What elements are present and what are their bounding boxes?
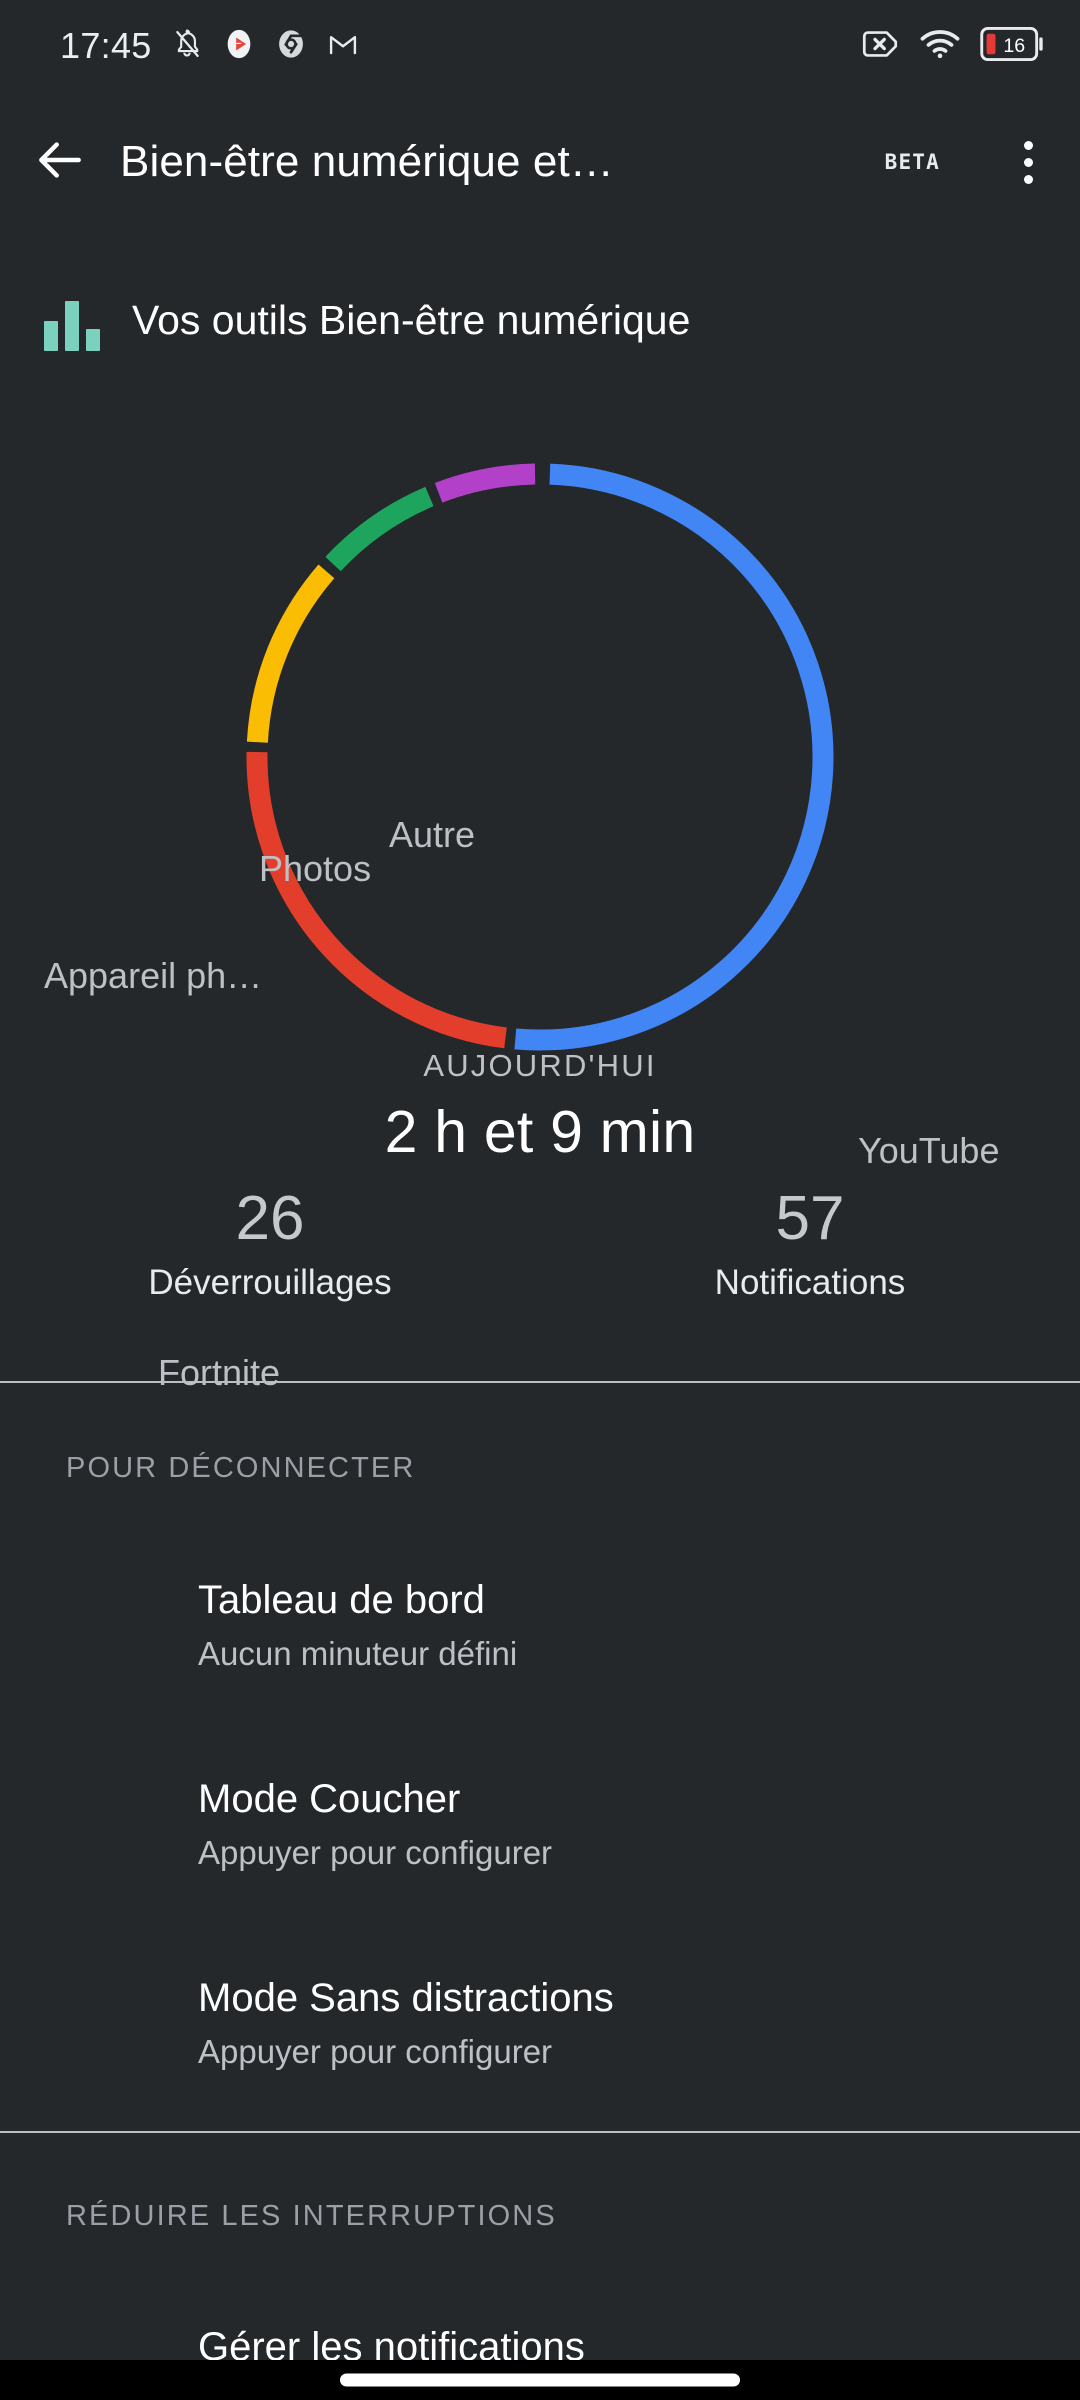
donut-segment-youtube[interactable] [514, 463, 834, 1051]
stat-unlocks[interactable]: 26 Déverrouillages [0, 1184, 540, 1345]
stat-notifications-value: 57 [775, 1184, 845, 1253]
donut-segments [246, 463, 834, 1051]
list-item-bedtime-mode-subtitle: Appuyer pour configurer [198, 1834, 553, 1871]
list-item-focus-mode-subtitle: Appuyer pour configurer [198, 2033, 553, 2070]
status-bar: 17:45 16 [0, 0, 1080, 92]
list-item-dashboard-subtitle: Aucun minuteur défini [198, 1635, 518, 1672]
youtube-music-icon [222, 27, 256, 66]
stat-unlocks-label: Déverrouillages [148, 1263, 392, 1303]
wifi-icon [920, 27, 960, 66]
phone-screen: 17:45 16 Bien-être numérique et… BETA Vo… [0, 0, 1080, 2400]
list-item-dashboard[interactable]: Tableau de bord Aucun minuteur défini [198, 1578, 1028, 1673]
list-item-focus-mode[interactable]: Mode Sans distractions Appuyer pour conf… [198, 1976, 1028, 2071]
screen-time-donut-chart[interactable]: Autre Photos Appareil ph… YouTube Fortni… [0, 400, 1080, 1393]
donut-segment-autre[interactable] [434, 463, 536, 503]
app-bar: Bien-être numérique et… BETA [0, 92, 1080, 232]
status-bar-clock: 17:45 [60, 25, 152, 66]
donut-label-photos: Photos [259, 848, 372, 889]
sim-card-off-icon [860, 27, 900, 66]
section-header-disconnect: POUR DÉCONNECTER [66, 1452, 416, 1484]
gmail-icon [326, 27, 360, 66]
notifications-off-icon [170, 27, 204, 66]
battery-icon: 16 [980, 26, 1046, 66]
beta-badge: BETA [884, 150, 940, 174]
your-digital-wellbeing-tools-row: Vos outils Bien-être numérique [0, 265, 1080, 375]
status-bar-left: 17:45 [60, 25, 360, 67]
donut-segment-fortnite[interactable] [246, 751, 507, 1049]
list-item-bedtime-mode[interactable]: Mode Coucher Appuyer pour configurer [198, 1777, 1028, 1872]
system-navigation-bar [0, 2360, 1080, 2400]
donut-center-subtitle: AUJOURD'HUI [423, 1048, 657, 1083]
list-item-focus-mode-title: Mode Sans distractions [198, 1976, 614, 2020]
list-item-bedtime-mode-title: Mode Coucher [198, 1777, 461, 1821]
donut-center-value: 2 h et 9 min [384, 1099, 696, 1165]
overflow-menu-button[interactable] [986, 92, 1070, 232]
back-arrow-icon [32, 132, 88, 193]
bar-chart-icon [0, 289, 132, 351]
section-divider-1 [0, 1381, 1080, 1383]
battery-percent-text: 16 [1003, 34, 1025, 56]
section-divider-2 [0, 2131, 1080, 2133]
back-button[interactable] [0, 92, 120, 232]
page-title: Bien-être numérique et… [120, 137, 614, 186]
donut-label-camera: Appareil ph… [44, 955, 263, 996]
donut-label-autre: Autre [389, 814, 476, 855]
stat-notifications[interactable]: 57 Notifications [540, 1184, 1080, 1345]
more-vert-icon [1023, 140, 1033, 184]
donut-label-fortnite: Fortnite [158, 1352, 281, 1393]
home-indicator[interactable] [340, 2373, 740, 2387]
list-item-dashboard-title: Tableau de bord [198, 1578, 485, 1622]
donut-segment-appareil-photo[interactable] [246, 564, 335, 743]
section-header-interruptions: RÉDUIRE LES INTERRUPTIONS [66, 2200, 557, 2232]
status-bar-right: 16 [860, 26, 1046, 66]
chrome-icon [274, 27, 308, 66]
donut-center-text: AUJOURD'HUI 2 h et 9 min [0, 1048, 1080, 1166]
daily-stats-row: 26 Déverrouillages 57 Notifications [0, 1184, 1080, 1345]
stat-notifications-label: Notifications [714, 1263, 906, 1303]
stat-unlocks-value: 26 [235, 1184, 305, 1253]
tools-section-label: Vos outils Bien-être numérique [132, 296, 691, 343]
donut-segment-photos[interactable] [325, 486, 434, 572]
